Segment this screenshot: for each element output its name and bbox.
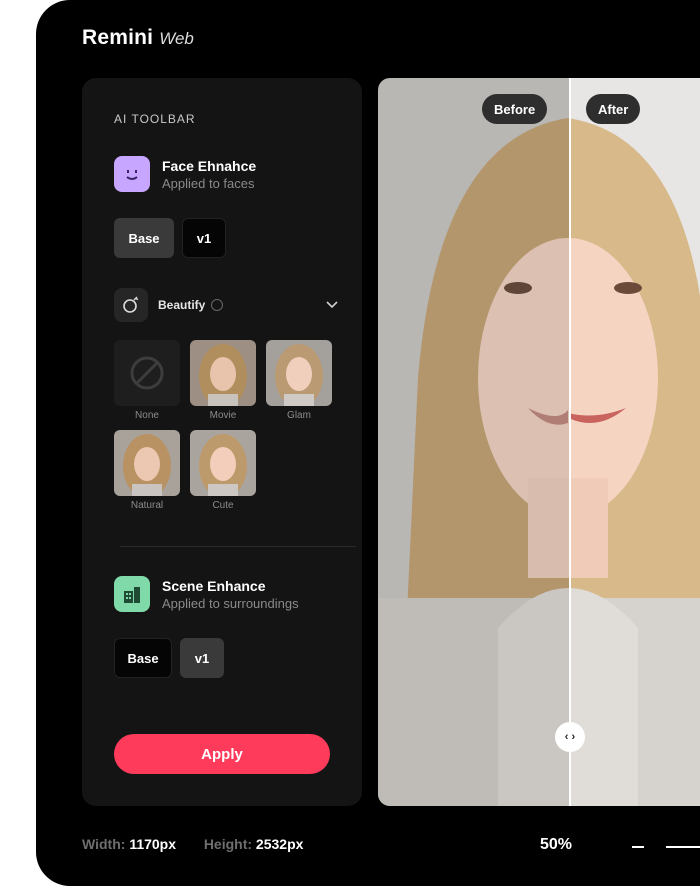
scene-base-button[interactable]: Base: [114, 638, 172, 678]
beautify-dropdown[interactable]: Beautify: [114, 288, 338, 322]
face-enhance-feature[interactable]: Face Ehnahce Applied to faces: [114, 156, 256, 192]
divider: [120, 546, 356, 547]
toolbar-title: AI TOOLBAR: [114, 112, 196, 126]
scene-building-icon: [114, 576, 150, 612]
app-suffix: Web: [159, 29, 194, 48]
split-divider[interactable]: [569, 78, 571, 806]
beautify-option-movie[interactable]: Movie: [190, 340, 256, 421]
before-label: Before: [482, 94, 548, 124]
option-label: Glam: [287, 410, 311, 421]
scene-enhance-feature[interactable]: Scene Enhance Applied to surroundings: [114, 576, 299, 612]
chevron-down-icon[interactable]: [326, 296, 338, 314]
app-logo: Remini Web: [82, 26, 194, 50]
beautify-option-natural[interactable]: Natural: [114, 430, 180, 511]
face-v1-button[interactable]: v1: [182, 218, 226, 258]
height-value: 2532px: [255, 836, 304, 852]
face-version-group: Base v1: [114, 218, 226, 258]
face-enhance-title: Face Ehnahce: [162, 157, 257, 174]
smile-face-icon: [114, 156, 150, 192]
beautify-option-none[interactable]: None: [114, 340, 180, 421]
thumbnail-image: [190, 430, 256, 496]
thumbnail-image: [266, 340, 332, 406]
block-icon: [114, 340, 180, 406]
option-label: Natural: [130, 500, 164, 511]
beautify-option-glam[interactable]: Glam: [266, 340, 332, 421]
after-label: After: [586, 94, 641, 124]
face-enhance-subtitle: Applied to faces: [162, 175, 255, 191]
ai-toolbar-panel: AI TOOLBAR Face Ehnahce Applied to faces…: [82, 78, 362, 806]
beautify-option-cute[interactable]: Cute: [190, 430, 256, 511]
thumbnail-image: [114, 430, 180, 496]
option-label: Cute: [212, 500, 234, 511]
split-handle-icon[interactable]: ‹ ›: [555, 722, 585, 752]
thumbnail-image: [190, 340, 256, 406]
app-name: Remini: [82, 26, 154, 49]
face-base-button[interactable]: Base: [114, 218, 174, 258]
option-label: Movie: [209, 410, 237, 421]
app-window: Remini Web AI TOOLBAR Face Ehnahce Appli…: [36, 0, 700, 886]
dimensions-info: Width: 1170px Height: 2532px: [82, 836, 303, 852]
before-after-preview[interactable]: Before After ‹ ›: [378, 78, 700, 806]
beautify-label: Beautify: [158, 298, 206, 312]
portrait-image: [378, 78, 700, 806]
beautify-drop-icon: [114, 288, 148, 322]
zoom-slider[interactable]: [666, 846, 700, 848]
scene-v1-button[interactable]: v1: [180, 638, 224, 678]
apply-button[interactable]: Apply: [114, 734, 330, 774]
scene-version-group: Base v1: [114, 638, 224, 678]
zoom-out-button[interactable]: [632, 846, 644, 848]
zoom-level: 50%: [540, 836, 573, 853]
height-label: Height:: [203, 836, 253, 852]
info-icon[interactable]: [211, 299, 224, 311]
scene-enhance-title: Scene Enhance: [162, 577, 266, 594]
width-value: 1170px: [129, 836, 177, 852]
option-label: None: [135, 410, 159, 421]
scene-enhance-subtitle: Applied to surroundings: [162, 595, 299, 611]
width-label: Width:: [82, 836, 126, 852]
